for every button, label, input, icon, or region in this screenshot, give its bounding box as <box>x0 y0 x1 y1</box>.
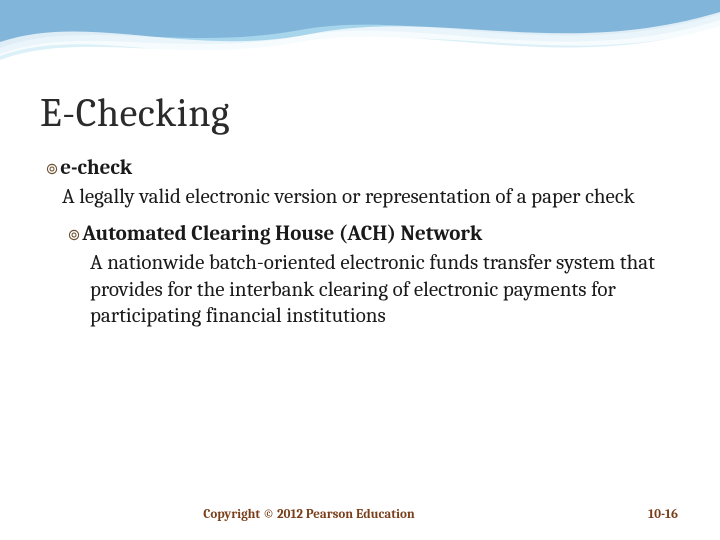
slide-title: E-Checking <box>40 90 680 137</box>
copyright-text: Copyright © 2012 Pearson Education <box>0 507 618 522</box>
bullet-item-2: ๏Automated Clearing House (ACH) Network <box>68 221 680 248</box>
term-2: Automated Clearing House (ACH) Network <box>82 222 482 246</box>
bullet-item-1: ๏e-check <box>46 155 680 182</box>
swirl-bullet-icon: ๏ <box>68 223 80 245</box>
slide-body: ๏e-check A legally valid electronic vers… <box>40 155 680 330</box>
footer: Copyright © 2012 Pearson Education 10-16 <box>0 507 720 522</box>
definition-2: A nationwide batch-oriented electronic f… <box>90 250 680 331</box>
swirl-bullet-icon: ๏ <box>46 157 58 179</box>
slide: E-Checking ๏e-check A legally valid elec… <box>0 0 720 540</box>
page-number: 10-16 <box>618 507 678 522</box>
term-1: e-check <box>60 156 132 180</box>
definition-1: A legally valid electronic version or re… <box>62 184 680 211</box>
